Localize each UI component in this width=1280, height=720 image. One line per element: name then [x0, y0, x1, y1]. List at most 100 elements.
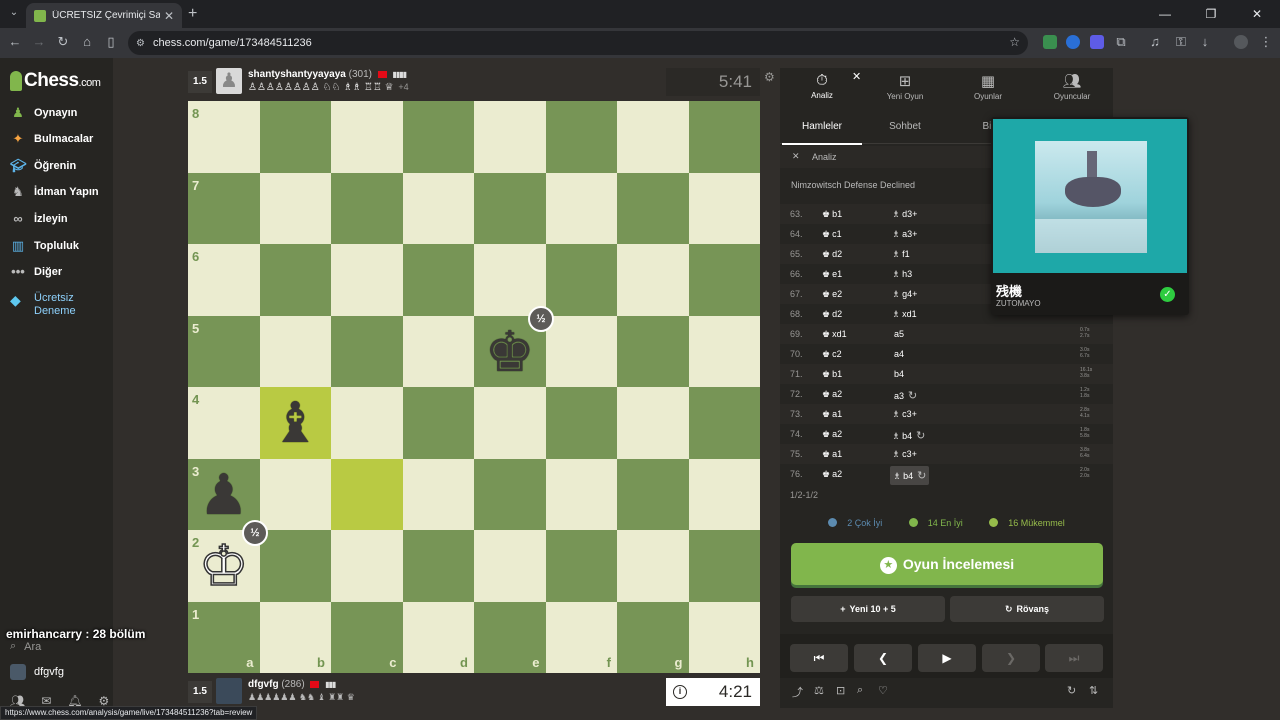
square-g5[interactable] — [617, 315, 689, 387]
square-c7[interactable] — [331, 172, 403, 244]
square-g3[interactable] — [617, 458, 689, 530]
white-move[interactable]: ♚ a2 — [822, 389, 842, 400]
subtab-moves[interactable]: Hamleler — [782, 121, 862, 145]
player-name[interactable]: dfgvfg (286) ▮▮▮ — [248, 679, 336, 690]
maximize-icon[interactable]: ❐ — [1188, 0, 1234, 28]
chess-logo[interactable]: Chess.com — [10, 70, 101, 92]
square-h2[interactable] — [688, 530, 760, 602]
extensions-puzzle-icon[interactable]: ⧉ — [1112, 34, 1130, 50]
square-f3[interactable] — [545, 458, 617, 530]
white-move[interactable]: ♚ e1 — [822, 269, 842, 280]
square-g6[interactable] — [617, 244, 689, 316]
square-a5[interactable]: 5 — [188, 315, 260, 387]
square-e5[interactable]: ♚ ½ — [474, 305, 554, 387]
square-c6[interactable] — [331, 244, 403, 316]
black-move[interactable]: ♗ c3+ — [890, 449, 919, 460]
square-e8[interactable] — [474, 101, 546, 173]
square-h5[interactable] — [688, 315, 760, 387]
browser-tab[interactable]: ÜCRETSİZ Çevrimiçi Satranç Oy ✕ — [26, 3, 182, 28]
square-e6[interactable] — [474, 244, 546, 316]
rematch-button[interactable]: ↻ Rövanş — [950, 596, 1104, 622]
square-e3[interactable] — [474, 458, 546, 530]
profile-avatar-icon[interactable] — [1234, 35, 1248, 49]
sidebar-item-community[interactable]: ▥ Topluluk — [10, 238, 79, 254]
square-f4[interactable] — [545, 387, 617, 459]
extension-discord-icon[interactable] — [1090, 35, 1104, 49]
square-a6[interactable]: 6 — [188, 244, 260, 316]
square-g2[interactable] — [617, 530, 689, 602]
previous-move-button[interactable]: ❮ — [854, 644, 912, 672]
black-move[interactable]: ♗ xd1 — [890, 309, 919, 320]
free-trial-link[interactable]: ◆ Ücretsiz Deneme — [10, 292, 94, 318]
square-b6[interactable] — [259, 244, 331, 316]
square-b2[interactable] — [259, 530, 331, 602]
close-panel-icon[interactable]: ✕ — [852, 70, 861, 83]
square-a1[interactable]: 1a — [188, 601, 260, 673]
avatar[interactable] — [216, 678, 242, 704]
white-move[interactable]: ♚ a1 — [822, 409, 842, 420]
sidebar-item-learn[interactable]: 🎓︎ Öğrenin — [10, 158, 76, 174]
black-move[interactable]: a5 — [890, 329, 906, 339]
square-c2[interactable] — [331, 530, 403, 602]
square-e7[interactable] — [474, 172, 546, 244]
black-move[interactable]: ♗ b4 ↻ — [890, 466, 930, 485]
square-h8[interactable] — [688, 101, 760, 173]
square-d6[interactable] — [402, 244, 474, 316]
like-heart-icon[interactable]: ♡ — [878, 684, 888, 697]
square-a7[interactable]: 7 — [188, 172, 260, 244]
white-move[interactable]: ♚ d2 — [822, 309, 842, 320]
black-move[interactable]: ♗ a3+ — [890, 229, 919, 240]
game-review-button[interactable]: ★ Oyun İncelemesi — [791, 543, 1103, 585]
back-icon[interactable]: ← — [6, 34, 24, 49]
black-move[interactable]: a3 ↻ — [890, 389, 919, 402]
square-a3[interactable]: 3 ♟ — [188, 458, 260, 530]
white-move[interactable]: ♚ c2 — [822, 349, 842, 360]
sidebar-item-watch[interactable]: ∞ İzleyin — [10, 211, 67, 227]
square-b7[interactable] — [259, 172, 331, 244]
sidebar-item-puzzles[interactable]: ✦ Bulmacalar — [10, 131, 94, 147]
square-b1[interactable]: b — [259, 601, 331, 673]
black-move[interactable]: ♗ f1 — [890, 249, 912, 260]
square-b8[interactable] — [259, 101, 331, 173]
black-move[interactable]: ♗ b4 ↻ — [890, 429, 927, 442]
white-move[interactable]: ♚ e2 — [822, 289, 842, 300]
tab-search-icon[interactable]: ⌄ — [6, 5, 22, 21]
white-move[interactable]: ♚ a2 — [822, 469, 842, 480]
square-g1[interactable]: g — [617, 601, 689, 673]
analysis-board-icon[interactable]: ⚖ — [814, 684, 824, 697]
white-move[interactable]: ♚ a2 — [822, 429, 842, 440]
tab-analysis[interactable]: ⏱︎ Analiz — [782, 72, 862, 100]
flip-board-icon[interactable]: ⇅ — [1089, 684, 1098, 697]
square-c5[interactable] — [331, 315, 403, 387]
white-move[interactable]: ♚ d2 — [822, 249, 842, 260]
next-move-button[interactable]: ❯ — [982, 644, 1040, 672]
square-h3[interactable] — [688, 458, 760, 530]
square-f7[interactable] — [545, 172, 617, 244]
square-d1[interactable]: d — [402, 601, 474, 673]
square-f2[interactable] — [545, 530, 617, 602]
square-e1[interactable]: e — [474, 601, 546, 673]
tab-players[interactable]: 👥︎ Oyuncular — [1032, 72, 1112, 101]
square-f1[interactable]: f — [545, 601, 617, 673]
music-notification-popup[interactable]: 残機 ZUTOMAYO ✓ — [991, 117, 1189, 315]
square-c1[interactable]: c — [331, 601, 403, 673]
bookmark-star-icon[interactable]: ☆ — [1009, 35, 1020, 49]
first-move-button[interactable]: ⏮ — [790, 644, 848, 672]
square-f5[interactable] — [545, 315, 617, 387]
white-move[interactable]: ♚ c1 — [822, 229, 842, 240]
forward-icon[interactable]: → — [30, 34, 48, 49]
square-f8[interactable] — [545, 101, 617, 173]
new-tab-icon[interactable]: + — [188, 5, 197, 23]
close-analysis-icon[interactable]: ✕ — [792, 151, 800, 162]
reload-icon[interactable]: ↻ — [54, 34, 72, 50]
sidepanel-icon[interactable]: ▯ — [102, 34, 120, 50]
refresh-icon[interactable]: ↻ — [1067, 684, 1076, 697]
export-image-icon[interactable]: ⊡ — [836, 684, 845, 697]
player-name[interactable]: shantyshantyyayaya (301) ▮▮▮▮ — [248, 69, 407, 80]
black-move[interactable]: a4 — [890, 349, 906, 359]
play-moves-button[interactable]: ▶ — [918, 644, 976, 672]
tab-games[interactable]: ▦ Oyunlar — [948, 72, 1028, 101]
close-tab-icon[interactable]: ✕ — [164, 9, 174, 23]
square-e4[interactable] — [474, 387, 546, 459]
square-b5[interactable] — [259, 315, 331, 387]
